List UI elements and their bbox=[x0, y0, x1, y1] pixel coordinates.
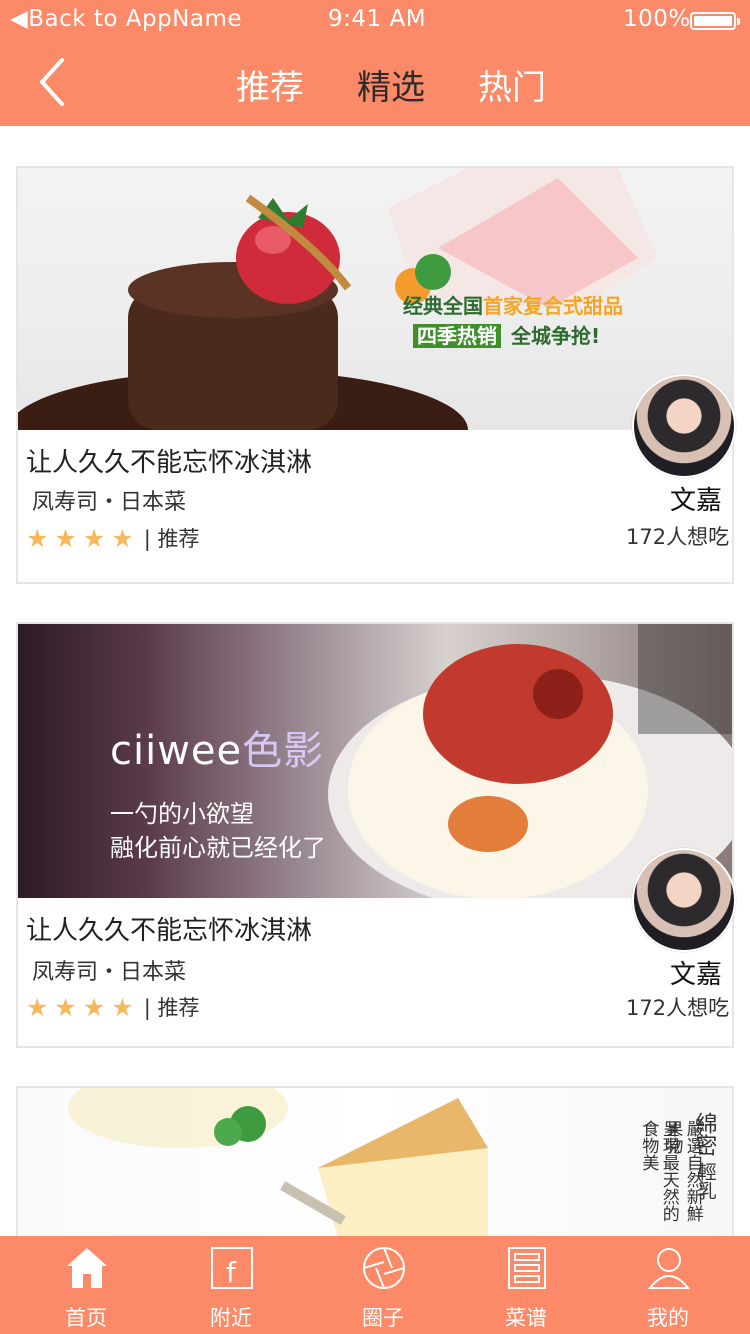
dessert-image: 綿密 輕乳 嚴選自然新鮮果物 呈現最天然的食物美 bbox=[18, 1088, 732, 1238]
tabbar-label: 菜谱 bbox=[505, 1306, 547, 1330]
star-icon: ★ bbox=[111, 523, 134, 553]
cheesecake-illustration bbox=[68, 1088, 488, 1238]
tabbar-label: 圈子 bbox=[362, 1306, 404, 1330]
card-title[interactable]: 让人久久不能忘怀冰淇淋 bbox=[26, 442, 312, 479]
tab-popular[interactable]: 热门 bbox=[478, 60, 546, 109]
rating-tag: | 推荐 bbox=[143, 527, 200, 551]
food-card[interactable]: ciiwee色影 一勺的小欲望 融化前心就已经化了 让人久久不能忘怀冰淇淋 凤寿… bbox=[16, 622, 736, 1048]
author-avatar[interactable] bbox=[632, 374, 736, 478]
tabbar-label: 我的 bbox=[647, 1306, 689, 1330]
star-icon: ★ bbox=[26, 523, 49, 553]
star-rating: ★ ★ ★ ★ | 推荐 bbox=[26, 992, 199, 1022]
circle-icon bbox=[363, 1247, 405, 1289]
tabbar-item-home[interactable]: 首页 bbox=[36, 1236, 136, 1334]
card-subtitle: 凤寿司・日本菜 bbox=[32, 490, 187, 515]
status-back-label: Back to AppName bbox=[28, 6, 243, 32]
tabbar-label: 附近 bbox=[210, 1306, 252, 1330]
promo-line1-b: 首家复合式甜品 bbox=[483, 294, 623, 318]
nearby-icon: f bbox=[211, 1247, 253, 1289]
tabbar-item-mine[interactable]: 我的 bbox=[618, 1236, 718, 1334]
status-back-to-app[interactable]: ◀Back to AppName bbox=[10, 6, 242, 32]
bottom-tab-bar: 首页 f 附近 圈子 菜谱 我的 bbox=[0, 1236, 750, 1334]
lava-cake-illustration bbox=[18, 168, 658, 430]
tabbar-item-circle[interactable]: 圈子 bbox=[333, 1236, 433, 1334]
star-icon: ★ bbox=[54, 992, 77, 1022]
tab-recommend[interactable]: 推荐 bbox=[236, 60, 304, 109]
image-brand-b: 色影 bbox=[242, 728, 325, 774]
star-icon: ★ bbox=[26, 992, 49, 1022]
want-count: 172人想吃 bbox=[626, 525, 730, 549]
tab-selected[interactable]: 精选 bbox=[357, 60, 425, 109]
star-icon: ★ bbox=[82, 523, 106, 553]
promo-line2-a: 四季热销 bbox=[413, 324, 501, 348]
image-caption-1: 一勺的小欲望 bbox=[110, 800, 254, 828]
card-subtitle: 凤寿司・日本菜 bbox=[32, 960, 187, 985]
status-battery-text: 100% bbox=[623, 6, 691, 32]
chevron-left-icon bbox=[40, 58, 64, 106]
food-card[interactable]: 綿密 輕乳 嚴選自然新鮮果物 呈現最天然的食物美 bbox=[16, 1086, 734, 1238]
rating-tag: | 推荐 bbox=[143, 996, 200, 1020]
dessert-image: 经典全国首家复合式甜品 四季热销 全城争抢! bbox=[18, 168, 732, 430]
back-triangle-icon: ◀ bbox=[10, 6, 29, 32]
back-button[interactable] bbox=[30, 52, 86, 112]
author-avatar[interactable] bbox=[632, 848, 736, 952]
svg-text:f: f bbox=[226, 1256, 237, 1289]
vertical-text-2: 呈現最天然的食物美 bbox=[638, 1120, 679, 1222]
star-icon: ★ bbox=[82, 992, 106, 1022]
user-icon bbox=[647, 1248, 691, 1289]
image-caption-2: 融化前心就已经化了 bbox=[110, 834, 326, 862]
tabbar-item-recipe[interactable]: 菜谱 bbox=[476, 1236, 576, 1334]
food-card[interactable]: 经典全国首家复合式甜品 四季热销 全城争抢! 让人久久不能忘怀冰淇淋 凤寿司・日本… bbox=[16, 166, 736, 584]
promo-line2-b: 全城争抢! bbox=[511, 324, 601, 348]
image-brand: ciiwee色影 bbox=[110, 718, 324, 776]
star-icon: ★ bbox=[54, 523, 77, 553]
top-header: ◀Back to AppName 9:41 AM 100% 推荐 精选 热门 bbox=[0, 0, 750, 126]
star-icon: ★ bbox=[111, 992, 134, 1022]
author-name[interactable]: 文嘉 bbox=[670, 954, 722, 991]
tabbar-label: 首页 bbox=[65, 1306, 107, 1330]
recipe-icon bbox=[508, 1247, 546, 1289]
author-name[interactable]: 文嘉 bbox=[670, 480, 722, 517]
home-icon bbox=[67, 1248, 107, 1288]
battery-icon bbox=[690, 12, 740, 30]
card-title[interactable]: 让人久久不能忘怀冰淇淋 bbox=[26, 910, 312, 947]
image-brand-a: ciiwee bbox=[110, 728, 243, 774]
tabbar-item-nearby[interactable]: f 附近 bbox=[181, 1236, 281, 1334]
promo-line1-a: 经典全国 bbox=[403, 294, 483, 318]
dessert-image: ciiwee色影 一勺的小欲望 融化前心就已经化了 bbox=[18, 624, 732, 898]
want-count: 172人想吃 bbox=[626, 996, 730, 1020]
status-time: 9:41 AM bbox=[328, 6, 427, 32]
star-rating: ★ ★ ★ ★ | 推荐 bbox=[26, 523, 199, 553]
